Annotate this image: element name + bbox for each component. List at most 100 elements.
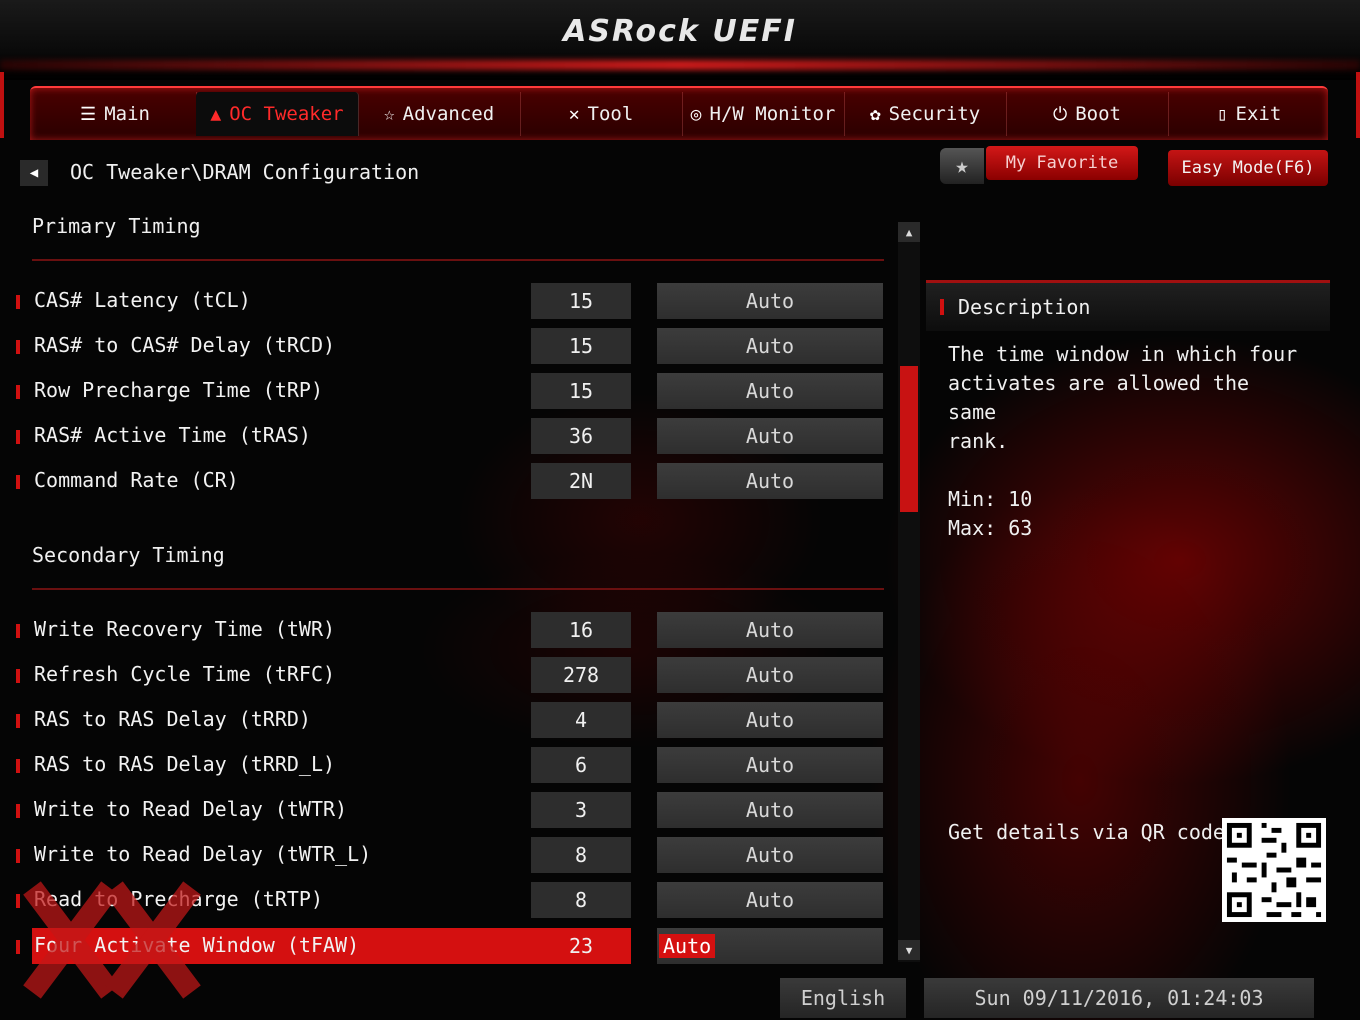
secondary-timing-title: Secondary Timing <box>32 543 225 567</box>
description-header: Description <box>926 280 1330 331</box>
tab-label: Boot <box>1075 103 1121 125</box>
tools-icon: ✕ <box>568 103 580 125</box>
setting-select[interactable]: Auto <box>657 792 883 828</box>
primary-timing-title: Primary Timing <box>32 214 201 238</box>
tab-boot[interactable]: ⏻ Boot <box>1006 92 1169 136</box>
scroll-down-button[interactable]: ▼ <box>898 940 920 960</box>
tab-label: Main <box>104 103 150 125</box>
back-button[interactable]: ◀ <box>20 160 48 186</box>
setting-row[interactable]: Command Rate (CR) 2N Auto <box>12 463 884 499</box>
setting-label: RAS# to CAS# Delay (tRCD) <box>34 333 336 357</box>
watermark-logo-icon <box>23 881 201 999</box>
row-marker <box>16 669 20 683</box>
right-edge-accent <box>1356 72 1360 138</box>
current-value: 3 <box>531 792 631 828</box>
setting-select[interactable]: Auto <box>657 463 883 499</box>
setting-row[interactable]: Write to Read Delay (tWTR_L) 8 Auto <box>12 837 884 873</box>
row-marker <box>16 385 20 399</box>
setting-label: Write to Read Delay (tWTR_L) <box>34 842 372 866</box>
description-max: Max: 63 <box>948 516 1033 540</box>
tab-label: Advanced <box>402 103 495 125</box>
current-value: 4 <box>531 702 631 738</box>
tab-main[interactable]: ☰ Main <box>34 92 197 136</box>
row-marker <box>16 759 20 773</box>
row-marker <box>16 430 20 444</box>
setting-row[interactable]: CAS# Latency (tCL) 15 Auto <box>12 283 884 319</box>
qr-label: Get details via QR code <box>948 820 1225 844</box>
setting-select[interactable]: Auto <box>657 882 883 918</box>
setting-row[interactable]: RAS to RAS Delay (tRRD_L) 6 Auto <box>12 747 884 783</box>
row-marker <box>16 804 20 818</box>
setting-row[interactable]: Write Recovery Time (tWR) 16 Auto <box>12 612 884 648</box>
description-min: Min: 10 <box>948 487 1033 511</box>
current-value: 16 <box>531 612 631 648</box>
setting-row[interactable]: Write to Read Delay (tWTR) 3 Auto <box>12 792 884 828</box>
current-value: 8 <box>531 837 631 873</box>
setting-select[interactable]: Auto <box>657 747 883 783</box>
row-marker <box>16 940 20 954</box>
setting-select[interactable]: Auto <box>657 418 883 454</box>
current-value: 23 <box>568 934 594 958</box>
setting-select[interactable]: Auto <box>657 837 883 873</box>
scrollbar-thumb[interactable] <box>900 366 918 512</box>
setting-select[interactable]: Auto <box>657 612 883 648</box>
app-title: ASRock UEFI <box>563 14 797 49</box>
shield-icon: ✿ <box>869 103 881 125</box>
tab-oc-tweaker[interactable]: ▲ OC Tweaker <box>196 92 359 136</box>
setting-label: CAS# Latency (tCL) <box>34 288 251 312</box>
description-body: The time window in which four activates … <box>948 340 1308 543</box>
tab-label: Security <box>888 103 981 125</box>
tab-security[interactable]: ✿ Security <box>844 92 1007 136</box>
tab-advanced[interactable]: ☆ Advanced <box>358 92 521 136</box>
current-value: 15 <box>531 373 631 409</box>
favorite-star-button[interactable]: ★ <box>940 148 984 184</box>
easy-mode-button[interactable]: Easy Mode(F6) <box>1168 150 1328 186</box>
setting-label: Write to Read Delay (tWTR) <box>34 797 348 821</box>
left-edge-accent <box>0 72 4 138</box>
setting-row[interactable]: RAS to RAS Delay (tRRD) 4 Auto <box>12 702 884 738</box>
setting-row[interactable]: Refresh Cycle Time (tRFC) 278 Auto <box>12 657 884 693</box>
row-marker <box>16 714 20 728</box>
current-value: 8 <box>531 882 631 918</box>
language-button[interactable]: English <box>780 978 906 1018</box>
chevron-left-icon: ◀ <box>29 165 39 181</box>
current-value: 15 <box>531 328 631 364</box>
setting-select[interactable]: Auto <box>657 283 883 319</box>
setting-select[interactable]: Auto <box>657 657 883 693</box>
current-value: 2N <box>531 463 631 499</box>
setting-label: RAS to RAS Delay (tRRD_L) <box>34 752 336 776</box>
primary-divider <box>32 259 884 261</box>
setting-row[interactable]: RAS# Active Time (tRAS) 36 Auto <box>12 418 884 454</box>
current-value: 15 <box>531 283 631 319</box>
description-title: Description <box>958 295 1091 319</box>
scrollbar-track[interactable] <box>898 222 920 962</box>
my-favorite-button[interactable]: My Favorite <box>986 146 1138 180</box>
row-marker <box>16 894 20 908</box>
setting-select[interactable]: Auto <box>657 928 883 964</box>
setting-select[interactable]: Auto <box>657 702 883 738</box>
description-marker <box>940 299 944 315</box>
tab-hw-monitor[interactable]: ◎ H/W Monitor <box>682 92 845 136</box>
scroll-up-button[interactable]: ▲ <box>898 222 920 242</box>
monitor-icon: ◎ <box>690 103 702 125</box>
chevron-up-icon: ▲ <box>905 225 913 239</box>
setting-label: Write Recovery Time (tWR) <box>34 617 336 641</box>
setting-label: Row Precharge Time (tRP) <box>34 378 323 402</box>
row-marker <box>16 849 20 863</box>
tab-exit[interactable]: ▯ Exit <box>1168 92 1330 136</box>
flame-icon: ▲ <box>210 103 222 125</box>
tab-tool[interactable]: ✕ Tool <box>520 92 683 136</box>
star-icon: ★ <box>955 153 969 179</box>
power-icon: ⏻ <box>1052 103 1068 125</box>
secondary-divider <box>32 588 884 590</box>
row-marker <box>16 340 20 354</box>
row-marker <box>16 624 20 638</box>
setting-row[interactable]: RAS# to CAS# Delay (tRCD) 15 Auto <box>12 328 884 364</box>
qr-code-icon <box>1222 818 1326 922</box>
breadcrumb: OC Tweaker\DRAM Configuration <box>70 160 420 184</box>
setting-row[interactable]: Row Precharge Time (tRP) 15 Auto <box>12 373 884 409</box>
setting-select[interactable]: Auto <box>657 373 883 409</box>
current-value: 36 <box>531 418 631 454</box>
setting-select[interactable]: Auto <box>657 328 883 364</box>
setting-label: Command Rate (CR) <box>34 468 239 492</box>
